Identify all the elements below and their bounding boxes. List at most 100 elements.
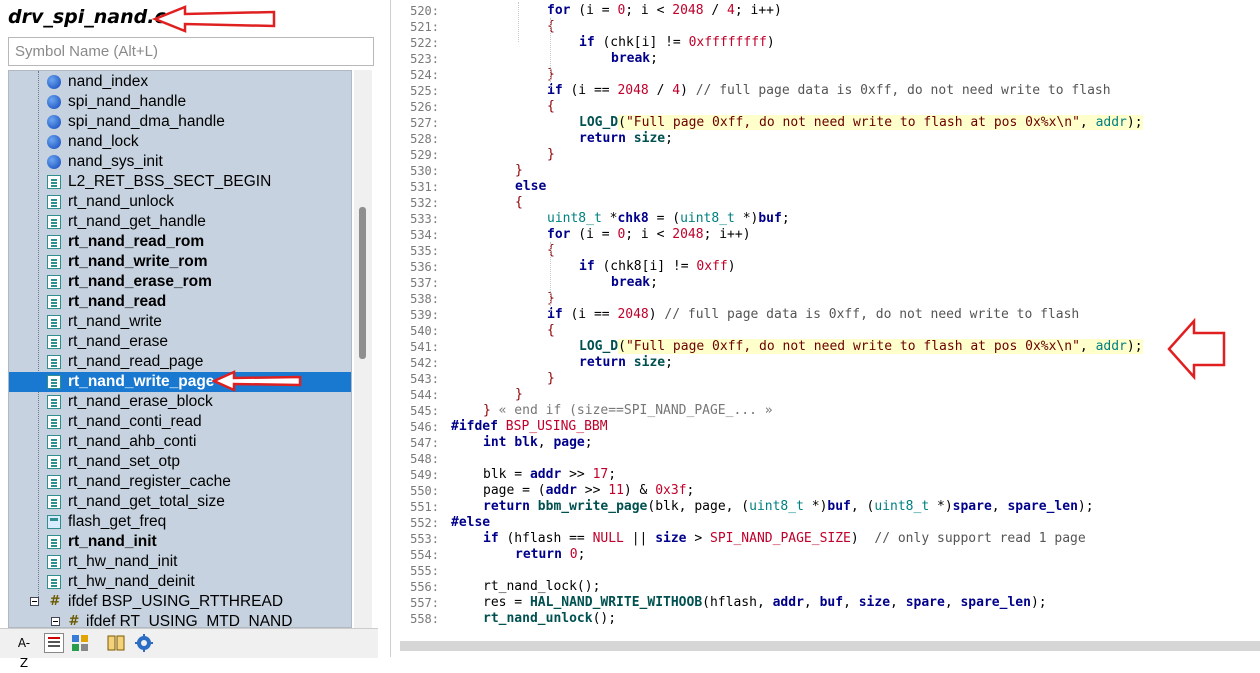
file-title: drv_spi_nand.c [8, 6, 166, 28]
code-line[interactable]: break; [611, 275, 658, 291]
tree-item-rt-nand-conti-read[interactable]: rt_nand_conti_read [9, 412, 351, 432]
line-number: 536: [410, 260, 439, 274]
code-line[interactable]: int blk, page; [483, 435, 593, 451]
tree-item-rt-hw-nand-init[interactable]: rt_hw_nand_init [9, 552, 351, 572]
tree-item-label: flash_get_freq [68, 513, 167, 530]
code-token: , [890, 595, 906, 610]
code-line[interactable]: } [515, 163, 523, 179]
tree-item-rt-nand-write-page[interactable]: rt_nand_write_page [9, 372, 351, 392]
tree-item-rt-nand-read-page[interactable]: rt_nand_read_page [9, 352, 351, 372]
code-line[interactable]: return size; [579, 131, 673, 147]
code-line[interactable]: blk = addr >> 17; [483, 467, 616, 483]
tree-item-rt-nand-erase-rom[interactable]: rt_nand_erase_rom [9, 272, 351, 292]
code-line[interactable]: LOG_D("Full page 0xff, do not need write… [579, 339, 1143, 355]
code-line[interactable]: if (i == 2048 / 4) // full page data is … [547, 83, 1111, 99]
code-token: else [515, 179, 547, 194]
tree-item-nand-index[interactable]: nand_index [9, 72, 351, 92]
tree-item-rt-nand-get-handle[interactable]: rt_nand_get_handle [9, 212, 351, 232]
code-token: } [547, 147, 555, 162]
code-line[interactable]: return size; [579, 355, 673, 371]
tree-item-rt-nand-register-cache[interactable]: rt_nand_register_cache [9, 472, 351, 492]
collapse-toggle-icon[interactable] [51, 617, 60, 626]
code-token: uint8_t [680, 211, 735, 226]
tree-item-rt-nand-write[interactable]: rt_nand_write [9, 312, 351, 332]
code-line[interactable]: else [515, 179, 546, 195]
code-line[interactable]: rt_nand_lock(); [483, 579, 600, 595]
code-token: page [553, 435, 585, 450]
sort-az-label: A-Z [17, 636, 31, 670]
code-line[interactable]: } « end if (size==SPI_NAND_PAGE_... » [483, 403, 773, 419]
code-line[interactable]: return 0; [515, 547, 585, 563]
collapse-toggle-icon[interactable] [30, 597, 39, 606]
tree-item-rt-nand-ahb-conti[interactable]: rt_nand_ahb_conti [9, 432, 351, 452]
function-icon [47, 255, 61, 269]
code-line[interactable]: LOG_D("Full page 0xff, do not need write… [579, 115, 1143, 131]
code-line[interactable]: for (i = 0; i < 2048 / 4; i++) [547, 3, 782, 19]
function-icon [47, 335, 61, 349]
tree-item-spi-nand-dma-handle[interactable]: spi_nand_dma_handle [9, 112, 351, 132]
tree-item-rt-nand-unlock[interactable]: rt_nand_unlock [9, 192, 351, 212]
tree-item-rt-nand-set-otp[interactable]: rt_nand_set_otp [9, 452, 351, 472]
symbol-search-input[interactable] [8, 37, 374, 66]
code-token: return [515, 547, 562, 562]
code-token: ) & [623, 483, 656, 498]
code-editor[interactable]: 520: 521: 522: 523: 524: 525: 526: 527: 528: 529:… [390, 0, 1260, 657]
tree-group-1[interactable]: # ifdef BSP_USING_RTTHREAD [9, 592, 351, 612]
book-icon[interactable] [106, 633, 126, 653]
tree-item-rt-nand-read-rom[interactable]: rt_nand_read_rom [9, 232, 351, 252]
code-line[interactable]: } [547, 147, 555, 163]
tree-item-nand-sys-init[interactable]: nand_sys_init [9, 152, 351, 172]
code-line[interactable]: if (chk[i] != 0xffffffff) [579, 35, 775, 51]
tree-item-rt-nand-erase-block[interactable]: rt_nand_erase_block [9, 392, 351, 412]
tree-item-l2-ret-bss-sect-begin[interactable]: L2_RET_BSS_SECT_BEGIN [9, 172, 351, 192]
sort-az-button[interactable]: A-Z [14, 633, 34, 670]
code-area[interactable]: for (i = 0; i < 2048 / 4; i++) { if (chk[i… [441, 0, 1260, 630]
code-line[interactable]: #else [451, 515, 490, 531]
code-line[interactable]: if (chk8[i] != 0xff) [579, 259, 736, 275]
code-line[interactable]: } [515, 387, 523, 403]
tree-item-nand-lock[interactable]: nand_lock [9, 132, 351, 152]
code-token: ( [618, 339, 626, 354]
code-line[interactable]: res = HAL_NAND_WRITE_WITHOOB(hflash, add… [483, 595, 1047, 611]
line-number: 530: [410, 164, 439, 178]
code-line[interactable]: for (i = 0; i < 2048; i++) [547, 227, 751, 243]
code-line[interactable]: } [547, 371, 555, 387]
code-token: >> [576, 483, 609, 498]
function-icon [47, 195, 61, 209]
function-icon [47, 435, 61, 449]
code-line[interactable]: if (i == 2048) // full page data is 0xff… [547, 307, 1079, 323]
code-token: HAL_NAND_WRITE_WITHOOB [529, 595, 703, 610]
code-line[interactable]: { [515, 195, 523, 211]
code-line[interactable]: { [547, 323, 555, 339]
code-line[interactable]: rt_nand_unlock(); [483, 611, 616, 627]
code-line[interactable]: break; [611, 51, 658, 67]
code-token: "Full page 0xff, do not need write to fl… [625, 339, 1080, 354]
list-view-icon[interactable] [44, 633, 64, 653]
tree-item-rt-nand-write-rom[interactable]: rt_nand_write_rom [9, 252, 351, 272]
tree-item-rt-nand-init[interactable]: rt_nand_init [9, 532, 351, 552]
code-token: // only support read 1 page [874, 531, 1086, 546]
tree-item-rt-nand-erase[interactable]: rt_nand_erase [9, 332, 351, 352]
code-line[interactable]: { [547, 99, 555, 115]
gear-icon[interactable] [134, 633, 154, 653]
code-token: || [623, 531, 656, 546]
code-token: ; [665, 131, 673, 146]
code-token: (i == [562, 307, 618, 322]
tree-item-flash-get-freq[interactable]: flash_get_freq [9, 512, 351, 532]
tree-item-spi-nand-handle[interactable]: spi_nand_handle [9, 92, 351, 112]
code-token: { [547, 323, 555, 338]
tree-item-rt-nand-read[interactable]: rt_nand_read [9, 292, 351, 312]
code-line[interactable]: page = (addr >> 11) & 0x3f; [483, 483, 694, 499]
code-token: , [1079, 115, 1096, 130]
code-line[interactable]: uint8_t *chk8 = (uint8_t *)buf; [547, 211, 790, 227]
code-line[interactable]: if (hflash == NULL || size > SPI_NAND_PA… [483, 531, 1086, 547]
code-line[interactable]: #ifdef BSP_USING_BBM [451, 419, 608, 435]
tree-scrollbar-thumb[interactable] [359, 207, 366, 359]
tree-item-rt-hw-nand-deinit[interactable]: rt_hw_nand_deinit [9, 572, 351, 592]
editor-horizontal-scrollbar[interactable] [400, 641, 1260, 651]
code-line[interactable]: return bbm_write_page(blk, page, (uint8_… [483, 499, 1094, 515]
tree-item-rt-nand-get-total-size[interactable]: rt_nand_get_total_size [9, 492, 351, 512]
code-token: (i == [562, 83, 618, 98]
category-view-icon[interactable] [70, 633, 90, 653]
tree-group-2[interactable]: # ifdef RT_USING_MTD_NAND [9, 612, 351, 627]
